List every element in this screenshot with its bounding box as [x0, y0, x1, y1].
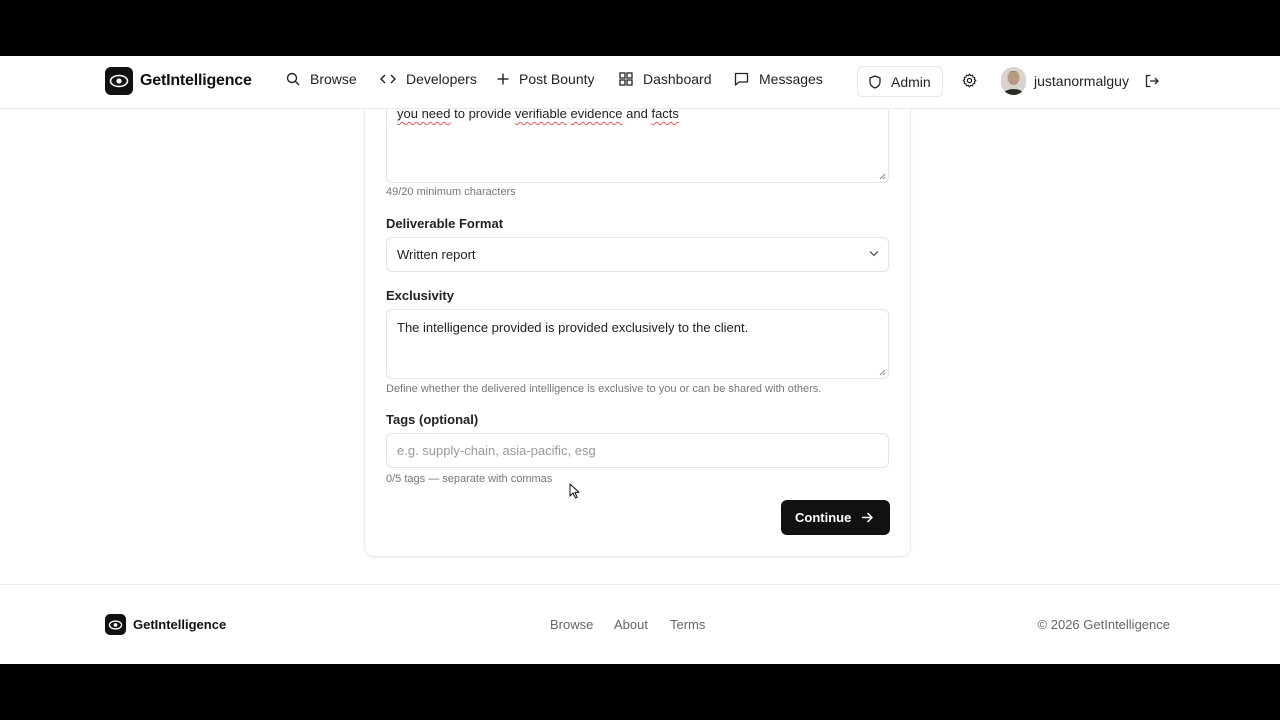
deliverable-format-select[interactable]: Written report	[386, 237, 889, 272]
description-textarea[interactable]: you need to provide verifiable evidence …	[386, 96, 889, 183]
top-navbar: GetIntelligence Browse Developers Post B…	[0, 56, 1280, 109]
dashboard-grid-icon	[619, 72, 633, 86]
plus-icon	[497, 73, 509, 85]
nav-post-bounty[interactable]: Post Bounty	[497, 71, 595, 87]
nav-developers[interactable]: Developers	[380, 71, 477, 87]
nav-messages[interactable]: Messages	[734, 71, 823, 87]
exclusivity-label: Exclusivity	[386, 288, 454, 303]
admin-button[interactable]: Admin	[857, 66, 943, 97]
search-icon	[286, 72, 300, 86]
footer-brand-logo[interactable]: GetIntelligence	[105, 614, 226, 635]
shield-icon	[869, 74, 881, 89]
brand-logo[interactable]: GetIntelligence	[105, 67, 252, 95]
message-icon	[734, 72, 749, 86]
nav-post-bounty-label: Post Bounty	[519, 71, 595, 87]
resize-handle-icon[interactable]	[879, 369, 886, 376]
tags-placeholder: e.g. supply-chain, asia-pacific, esg	[397, 443, 596, 458]
app-viewport: GetIntelligence Browse Developers Post B…	[0, 56, 1280, 664]
tags-input[interactable]: e.g. supply-chain, asia-pacific, esg	[386, 433, 889, 468]
brand-name: GetIntelligence	[140, 72, 252, 89]
footer-brand-name: GetIntelligence	[133, 617, 227, 632]
continue-label: Continue	[795, 510, 852, 525]
eye-logo-icon	[105, 614, 126, 635]
eye-logo-icon	[105, 67, 133, 95]
chevron-down-icon	[869, 251, 879, 257]
description-hint: 49/20 minimum characters	[386, 186, 516, 198]
footer-link-terms[interactable]: Terms	[670, 617, 705, 632]
logout-icon[interactable]	[1145, 74, 1159, 88]
nav-browse[interactable]: Browse	[286, 71, 357, 87]
resize-handle-icon[interactable]	[879, 173, 886, 180]
site-footer: GetIntelligence Browse About Terms © 202…	[0, 584, 1280, 664]
deliverable-format-label: Deliverable Format	[386, 216, 504, 231]
exclusivity-textarea[interactable]: The intelligence provided is provided ex…	[386, 309, 889, 379]
continue-button[interactable]: Continue	[781, 500, 890, 535]
username[interactable]: justanormalguy	[1034, 73, 1129, 89]
gear-icon[interactable]	[962, 73, 977, 88]
nav-dashboard-label: Dashboard	[643, 71, 712, 87]
mouse-cursor-icon	[569, 483, 580, 499]
deliverable-format-value: Written report	[397, 247, 476, 262]
nav-developers-label: Developers	[406, 71, 477, 87]
footer-link-browse[interactable]: Browse	[550, 617, 593, 632]
code-icon	[380, 74, 396, 84]
admin-label: Admin	[891, 73, 931, 90]
exclusivity-value: The intelligence provided is provided ex…	[397, 320, 749, 335]
footer-link-about[interactable]: About	[614, 617, 648, 632]
tags-hint: 0/5 tags — separate with commas	[386, 473, 553, 485]
nav-dashboard[interactable]: Dashboard	[619, 71, 712, 87]
exclusivity-hint: Define whether the delivered intelligenc…	[386, 383, 822, 395]
nav-browse-label: Browse	[310, 71, 357, 87]
avatar[interactable]	[1001, 67, 1026, 95]
footer-copyright: © 2026 GetIntelligence	[1037, 617, 1170, 632]
tags-label: Tags (optional)	[386, 412, 479, 427]
arrow-right-icon	[862, 512, 874, 523]
nav-messages-label: Messages	[759, 71, 823, 87]
